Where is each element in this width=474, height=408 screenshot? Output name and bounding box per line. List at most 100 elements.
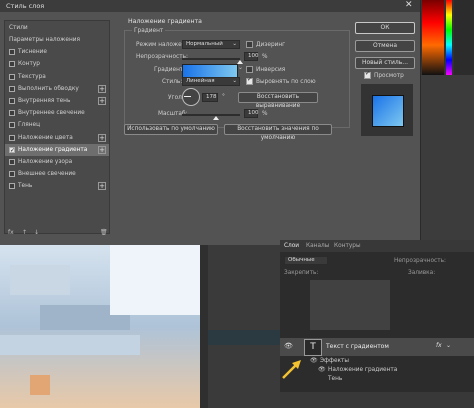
style-item[interactable]: Наложение узора	[5, 156, 109, 168]
angle-dial[interactable]	[182, 88, 200, 106]
scale-slider[interactable]	[182, 114, 240, 116]
style-item[interactable]: Глянец	[5, 119, 109, 131]
style-checkbox[interactable]	[9, 85, 15, 92]
style-checkbox[interactable]	[9, 49, 15, 56]
fill-label: Заливка:	[408, 270, 436, 276]
style-item-label: Внешнее свечение	[18, 171, 76, 178]
style-label: Стиль:	[162, 79, 183, 85]
opacity-input[interactable]: 100	[244, 52, 259, 61]
dialog-title: Стиль слоя	[6, 2, 45, 10]
style-checkbox[interactable]	[9, 73, 15, 80]
style-item[interactable]: Внутренняя тень +	[5, 95, 109, 107]
chevron-down-icon[interactable]: ⌄	[238, 65, 243, 71]
effect-shadow-label: Тень	[328, 376, 343, 382]
gradient-picker[interactable]	[182, 64, 238, 78]
dither-label: Дизеринг	[256, 42, 286, 48]
style-checkbox[interactable]	[9, 134, 15, 141]
style-item[interactable]: Параметры наложения	[5, 34, 109, 46]
style-checkbox[interactable]	[9, 110, 15, 117]
style-item-label: Тень	[18, 183, 33, 190]
style-item-label: Наложение цвета	[18, 134, 73, 141]
style-item-label: Внутренняя тень	[18, 98, 71, 104]
move-down-icon[interactable]: ↓	[34, 229, 39, 236]
style-item[interactable]: Выполнить обводку +	[5, 83, 109, 95]
blend-kind-select[interactable]: Обычные	[284, 256, 328, 265]
opacity-slider[interactable]	[182, 58, 240, 60]
preview-swatch	[372, 95, 404, 127]
reverse-checkbox[interactable]	[246, 66, 253, 73]
add-icon[interactable]: +	[98, 84, 106, 93]
layer-name[interactable]: Текст с градиентом	[326, 343, 389, 350]
align-checkbox[interactable]	[246, 76, 253, 85]
preview-checkbox[interactable]	[364, 70, 371, 79]
section-title: Наложение градиента	[128, 18, 202, 25]
add-icon[interactable]: +	[98, 97, 106, 105]
style-checkbox[interactable]	[9, 122, 15, 129]
add-icon[interactable]: +	[98, 133, 106, 142]
reset-alignment-button[interactable]: Восстановить выравнивание	[238, 92, 318, 109]
chevron-down-icon[interactable]: ⌄	[446, 342, 451, 349]
trash-icon[interactable]: 🗑	[100, 229, 108, 236]
style-item-label: Выполнить обводку	[18, 85, 79, 92]
gradient-settings: Наложение градиента Градиент Режим налож…	[118, 14, 350, 234]
style-checkbox[interactable]	[9, 171, 15, 178]
scale-slider-handle[interactable]	[213, 116, 219, 120]
move-up-icon[interactable]: ↑	[22, 229, 27, 236]
ok-button[interactable]: ОК	[355, 22, 415, 34]
style-item-label: Текстура	[18, 73, 46, 80]
scale-input[interactable]: 100	[244, 109, 259, 118]
preview-label: Просмотр	[374, 73, 404, 79]
style-item[interactable]: Текстура	[5, 71, 109, 83]
style-checkbox[interactable]	[9, 183, 15, 190]
style-item[interactable]: Наложение цвета +	[5, 132, 109, 144]
color-picker-strip[interactable]	[420, 0, 474, 75]
align-label: Выровнять по слою	[256, 79, 316, 85]
style-item[interactable]: Контур	[5, 58, 109, 70]
blend-mode-select[interactable]: Нормальный ⌄	[182, 40, 240, 49]
layers-footer	[280, 392, 474, 408]
style-checkbox[interactable]	[9, 98, 15, 104]
style-item[interactable]: Тиснение	[5, 46, 109, 58]
style-item[interactable]: Внешнее свечение	[5, 168, 109, 180]
fx-icon[interactable]: fx	[8, 229, 14, 236]
reset-default-button[interactable]: Восстановить значения по умолчанию	[224, 124, 332, 141]
style-checkbox[interactable]	[9, 159, 15, 165]
eye-icon[interactable]: 👁	[310, 357, 318, 364]
style-checkbox[interactable]	[9, 61, 15, 68]
canvas-area	[0, 245, 280, 408]
text-layer-thumbnail: T	[304, 339, 322, 356]
chevron-down-icon: ⌄	[232, 78, 237, 84]
cancel-button[interactable]: Отмена	[355, 40, 415, 52]
new-style-button[interactable]: Новый стиль...	[355, 57, 415, 69]
style-item-label: Контур	[18, 61, 40, 68]
tab-channels[interactable]: Каналы	[306, 243, 329, 249]
yellow-arrow-icon	[282, 360, 301, 379]
dither-checkbox[interactable]	[246, 41, 253, 48]
style-select[interactable]: Линейная ⌄	[182, 77, 240, 86]
blurred-layer-thumbs	[310, 280, 390, 330]
add-icon[interactable]: +	[98, 182, 106, 191]
tab-paths[interactable]: Контуры	[334, 243, 361, 249]
style-item[interactable]: Внутреннее свечение	[5, 107, 109, 119]
fx-badge[interactable]: fx	[436, 342, 442, 349]
angle-input[interactable]: 178	[202, 93, 218, 102]
effects-row[interactable]: 👁 Эффекты	[280, 356, 474, 366]
style-checkbox[interactable]	[9, 145, 15, 157]
make-default-button[interactable]: Использовать по умолчанию	[124, 124, 218, 135]
layer-style-dialog: Стиль слоя ✕ Стили Параметры наложения Ти…	[0, 0, 421, 245]
right-panel-bg	[420, 75, 474, 240]
close-icon[interactable]: ✕	[405, 0, 413, 10]
eye-icon[interactable]: 👁	[284, 342, 293, 350]
reverse-label: Инверсия	[256, 67, 286, 73]
add-icon[interactable]: +	[98, 145, 106, 154]
style-item[interactable]: Тень +	[5, 180, 109, 192]
tab-layers[interactable]: Слои	[284, 243, 299, 249]
group-title: Градиент	[132, 28, 166, 34]
eye-icon[interactable]: 👁	[318, 366, 326, 373]
styles-footer: fx ↑ ↓ 🗑	[6, 229, 110, 239]
effect-shadow-row[interactable]: Тень	[280, 375, 474, 384]
effect-gradient-row[interactable]: 👁 Наложение градиента	[280, 366, 474, 375]
style-item-label: Наложение градиента	[18, 146, 88, 153]
style-item[interactable]: Наложение градиента +	[5, 143, 109, 157]
layer-row[interactable]: 👁 T Текст с градиентом fx ⌄	[280, 338, 474, 356]
